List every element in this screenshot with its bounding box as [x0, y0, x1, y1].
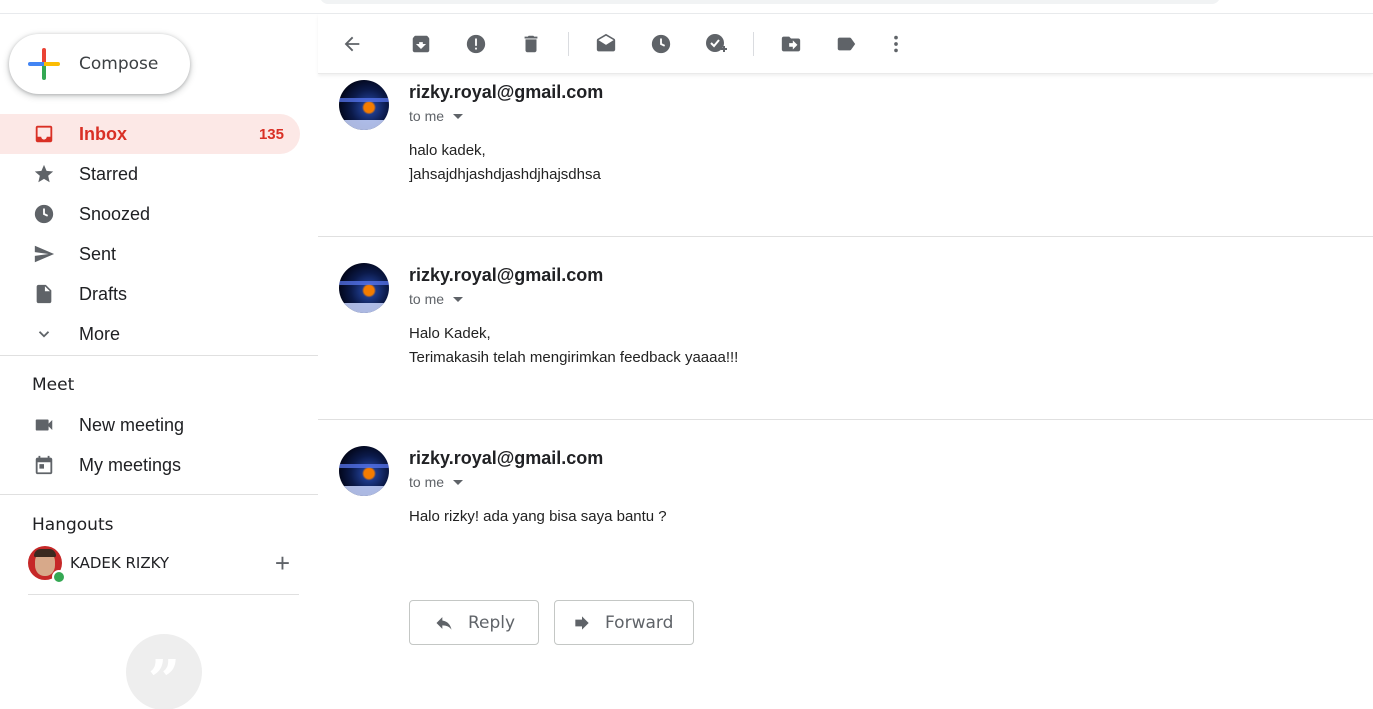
compose-plus-icon [28, 48, 60, 80]
message-item: rizky.royal@gmail.com to me Halo Kadek, … [318, 261, 1373, 419]
message-item: rizky.royal@gmail.com to me halo kadek, … [318, 78, 1373, 236]
message-line: Terimakasih telah mengirimkan feedback y… [409, 349, 739, 366]
avatar [28, 546, 66, 584]
report-spam-icon[interactable] [464, 32, 488, 56]
message-body: Halo Kadek, Terimakasih telah mengirimka… [409, 322, 738, 370]
move-to-icon[interactable] [779, 32, 803, 56]
sidebar-divider [0, 355, 318, 356]
mailbox-nav: Inbox 135 Starred Snoozed Sent Drafts Mo… [0, 114, 300, 354]
message-divider [318, 236, 1373, 237]
snooze-icon[interactable] [649, 32, 673, 56]
toolbar-separator [753, 32, 754, 56]
message-body: halo kadek, ]ahsajdhjashdjashdjhajsdhsa [409, 139, 601, 187]
hangouts-divider [28, 594, 299, 595]
sender-email[interactable]: rizky.royal@gmail.com [409, 448, 603, 469]
meet-title: Meet [32, 375, 75, 395]
recipient-label: to me [409, 474, 445, 490]
hangouts-quote-icon: ” [126, 634, 202, 709]
sidebar: Compose Inbox 135 Starred Snoozed Sent D… [0, 14, 318, 709]
forward-icon [571, 613, 593, 633]
meet-nav: New meeting My meetings [0, 405, 300, 485]
sidebar-item-snoozed[interactable]: Snoozed [0, 194, 300, 234]
calendar-icon [32, 453, 56, 477]
video-camera-icon [32, 413, 56, 437]
send-icon [32, 242, 56, 266]
message-toolbar [318, 14, 1373, 74]
sender-avatar[interactable] [339, 263, 389, 313]
search-bar-edge[interactable] [320, 0, 1220, 4]
label-icon[interactable] [834, 32, 858, 56]
recipient-details[interactable]: to me [409, 291, 464, 307]
sidebar-item-label: Sent [79, 243, 117, 264]
sidebar-item-label: Inbox [79, 123, 127, 144]
sidebar-item-inbox[interactable]: Inbox 135 [0, 114, 300, 154]
hangouts-title: Hangouts [32, 515, 114, 535]
sidebar-item-label: Snoozed [79, 203, 151, 224]
more-vert-icon[interactable] [884, 32, 908, 56]
forward-label: Forward [605, 612, 674, 633]
compose-label: Compose [79, 54, 159, 74]
unread-count: 135 [258, 125, 284, 143]
message-line: halo kadek, [409, 142, 486, 159]
sidebar-item-label: Drafts [79, 283, 128, 304]
online-status-dot [52, 570, 66, 584]
sender-avatar[interactable] [339, 80, 389, 130]
inbox-icon [32, 122, 56, 146]
sidebar-item-label: Starred [79, 163, 139, 184]
sidebar-item-more[interactable]: More [0, 314, 300, 354]
back-arrow-icon[interactable] [340, 32, 364, 56]
recipient-details[interactable]: to me [409, 108, 464, 124]
message-body: Halo rizky! ada yang bisa saya bantu ? [409, 505, 667, 529]
caret-down-icon [453, 113, 464, 119]
sidebar-item-starred[interactable]: Starred [0, 154, 300, 194]
sidebar-item-my-meetings[interactable]: My meetings [0, 445, 300, 485]
message-line: ]ahsajdhjashdjashdjhajsdhsa [409, 166, 601, 183]
message-item: rizky.royal@gmail.com to me Halo rizky! … [318, 444, 1373, 584]
sidebar-item-label: New meeting [79, 414, 185, 435]
chevron-down-icon [32, 322, 56, 346]
recipient-label: to me [409, 291, 445, 307]
message-divider [318, 419, 1373, 420]
caret-down-icon [453, 479, 464, 485]
sidebar-item-drafts[interactable]: Drafts [0, 274, 300, 314]
recipient-label: to me [409, 108, 445, 124]
archive-icon[interactable] [409, 32, 433, 56]
delete-icon[interactable] [519, 32, 543, 56]
sidebar-item-sent[interactable]: Sent [0, 234, 300, 274]
clock-icon [32, 202, 56, 226]
hangouts-user-name: KADEK RIZKY [70, 554, 170, 572]
hangouts-user[interactable]: KADEK RIZKY + [28, 545, 300, 584]
sidebar-item-new-meeting[interactable]: New meeting [0, 405, 300, 445]
sidebar-item-label: My meetings [79, 454, 182, 475]
compose-button[interactable]: Compose [9, 34, 190, 94]
top-bar [0, 0, 1373, 14]
sender-email[interactable]: rizky.royal@gmail.com [409, 82, 603, 103]
recipient-details[interactable]: to me [409, 474, 464, 490]
mark-unread-icon[interactable] [594, 32, 618, 56]
reply-button[interactable]: Reply [409, 600, 539, 645]
message-line: Halo rizky! ada yang bisa saya bantu ? [409, 508, 667, 525]
add-contact-icon[interactable]: + [275, 550, 290, 576]
draft-icon [32, 282, 56, 306]
star-icon [32, 162, 56, 186]
sidebar-divider [0, 494, 318, 495]
caret-down-icon [453, 296, 464, 302]
sender-avatar[interactable] [339, 446, 389, 496]
reply-icon [432, 613, 456, 633]
sender-email[interactable]: rizky.royal@gmail.com [409, 265, 603, 286]
message-line: Halo Kadek, [409, 325, 491, 342]
reply-label: Reply [468, 612, 516, 633]
forward-button[interactable]: Forward [554, 600, 694, 645]
sidebar-item-label: More [79, 323, 121, 344]
add-to-tasks-icon[interactable] [704, 32, 728, 56]
toolbar-separator [568, 32, 569, 56]
